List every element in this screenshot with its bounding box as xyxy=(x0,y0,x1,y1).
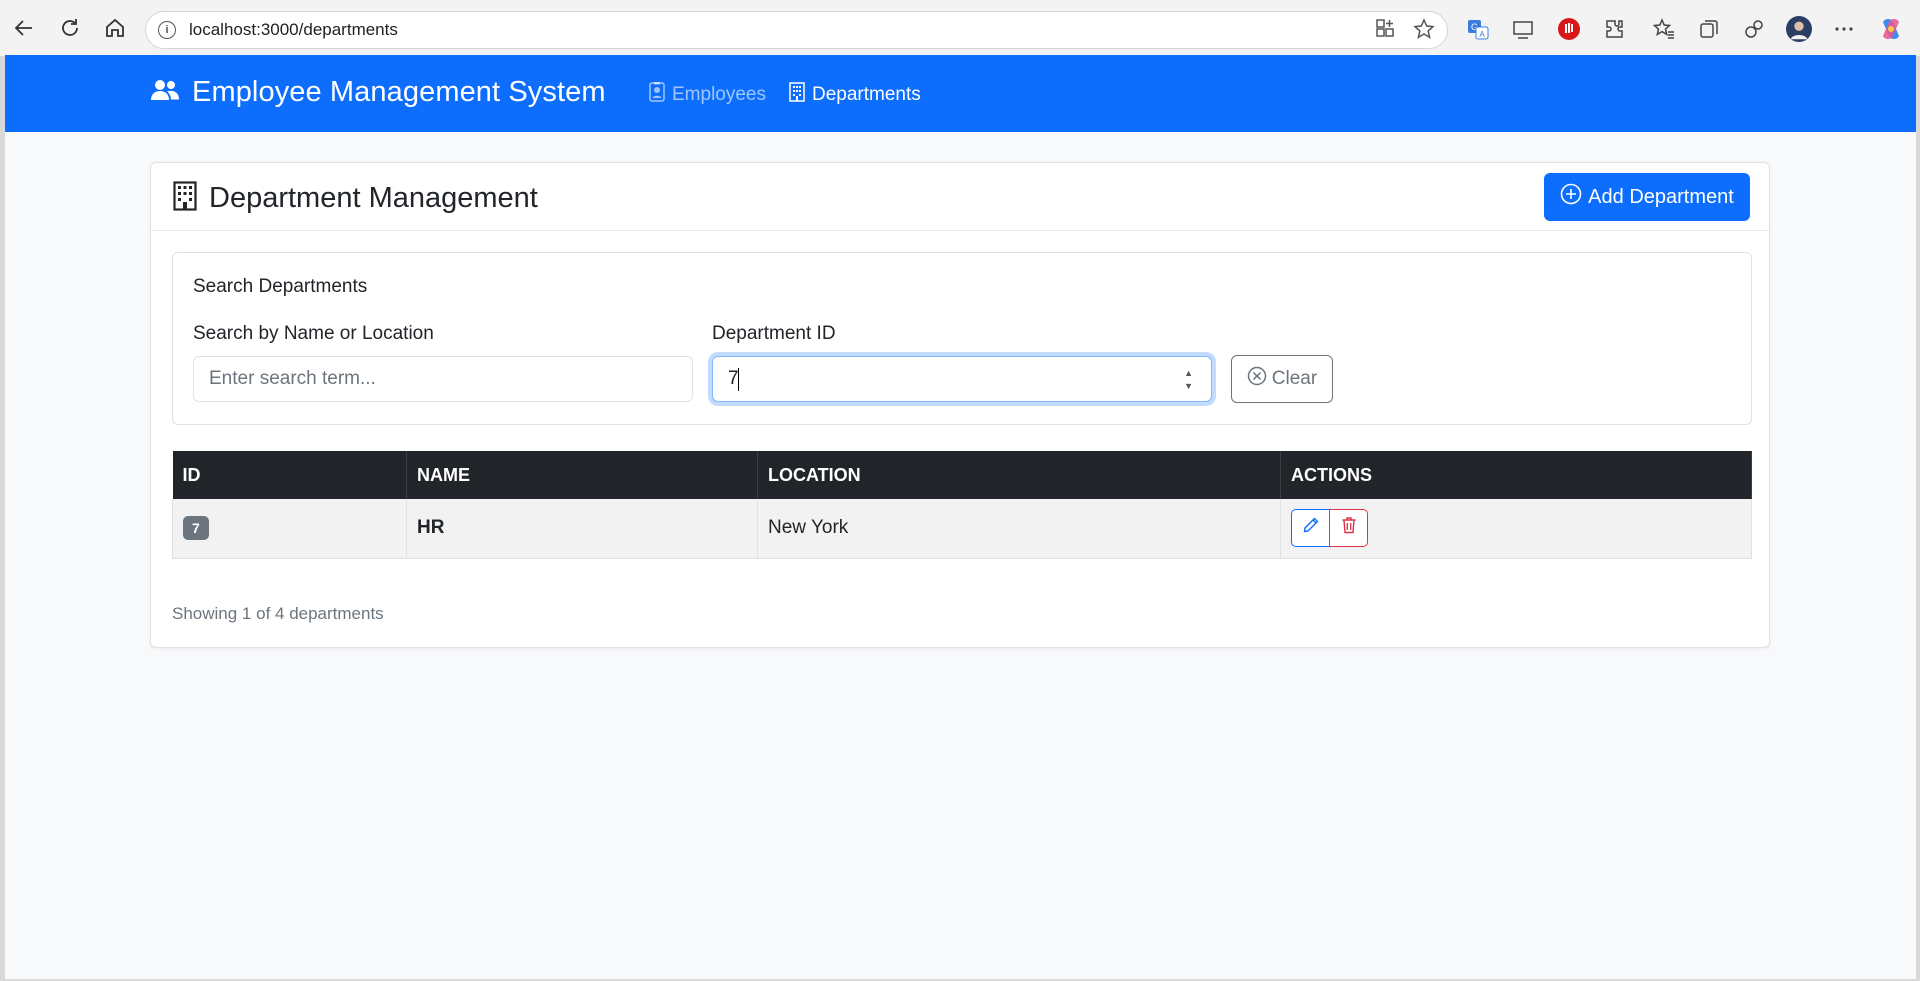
column-header-name[interactable]: NAME xyxy=(406,451,758,499)
nav-link-label: Departments xyxy=(812,84,921,105)
search-name-label: Search by Name or Location xyxy=(193,323,434,344)
brand-title: Employee Management System xyxy=(192,76,606,108)
performance-icon[interactable] xyxy=(1741,16,1767,42)
edit-button[interactable] xyxy=(1291,509,1330,548)
page-viewport: Employee Management System Employees Dep… xyxy=(5,55,1916,979)
department-id-label: Department ID xyxy=(712,323,836,344)
delete-button[interactable] xyxy=(1329,509,1368,548)
svg-text:A: A xyxy=(1479,30,1485,39)
column-header-actions: ACTIONS xyxy=(1280,451,1752,499)
back-arrow-icon[interactable] xyxy=(10,14,38,42)
department-management-card: Department Management Add Department Sea… xyxy=(150,162,1770,648)
cell-location: New York xyxy=(757,499,1281,559)
search-panel: Search Departments Search by Name or Loc… xyxy=(172,252,1752,425)
building-icon xyxy=(789,82,805,108)
favorites-icon[interactable] xyxy=(1651,16,1677,42)
department-id-value: 7 xyxy=(728,368,739,389)
nav-link-label: Employees xyxy=(672,84,766,105)
page-title-text: Department Management xyxy=(209,182,538,214)
extensions-icon[interactable] xyxy=(1601,16,1627,42)
search-input[interactable] xyxy=(193,356,693,402)
add-department-label: Add Department xyxy=(1588,185,1734,208)
adblock-icon[interactable] xyxy=(1556,16,1582,42)
text-cursor xyxy=(738,368,739,391)
column-header-location[interactable]: LOCATION xyxy=(757,451,1281,499)
search-title: Search Departments xyxy=(193,276,368,297)
table-header-row: ID NAME LOCATION ACTIONS xyxy=(172,451,1752,499)
x-circle-icon xyxy=(1247,366,1267,392)
table-row: 7 HR New York xyxy=(172,499,1752,559)
brand[interactable]: Employee Management System xyxy=(150,76,606,109)
more-menu-icon[interactable] xyxy=(1831,16,1857,42)
favorite-star-icon[interactable] xyxy=(1413,18,1435,40)
cell-actions xyxy=(1280,499,1752,559)
clear-button[interactable]: Clear xyxy=(1231,355,1333,403)
page-title: Department Management xyxy=(173,181,538,216)
building-icon xyxy=(173,181,197,216)
app-available-icon[interactable] xyxy=(1375,18,1397,40)
browser-toolbar: i localhost:3000/departments GA xyxy=(0,0,1920,56)
department-id-input[interactable]: 7 ▲ ▼ xyxy=(712,356,1212,402)
users-icon xyxy=(150,78,180,107)
cell-id: 7 xyxy=(172,499,407,559)
address-bar[interactable]: i localhost:3000/departments xyxy=(145,11,1448,49)
add-department-button[interactable]: Add Department xyxy=(1544,173,1750,221)
home-icon[interactable] xyxy=(101,14,129,42)
id-badge: 7 xyxy=(183,516,209,541)
number-spinner[interactable]: ▲ ▼ xyxy=(1184,367,1193,393)
copilot-icon[interactable] xyxy=(1878,16,1904,42)
clear-label: Clear xyxy=(1271,368,1318,389)
top-navbar: Employee Management System Employees Dep… xyxy=(5,55,1916,132)
card-header: Department Management Add Department xyxy=(151,163,1769,231)
nav-link-employees[interactable]: Employees xyxy=(649,82,766,108)
person-badge-icon xyxy=(649,82,665,108)
cell-name: HR xyxy=(406,499,758,559)
reload-icon[interactable] xyxy=(56,14,84,42)
cast-icon[interactable] xyxy=(1510,16,1536,42)
column-header-id[interactable]: ID xyxy=(172,451,407,499)
results-count: Showing 1 of 4 departments xyxy=(172,604,384,623)
translate-icon[interactable]: GA xyxy=(1465,16,1491,42)
collections-icon[interactable] xyxy=(1696,16,1722,42)
pencil-icon xyxy=(1303,517,1319,539)
plus-circle-icon xyxy=(1560,183,1582,211)
address-url[interactable]: localhost:3000/departments xyxy=(189,20,398,40)
departments-table: ID NAME LOCATION ACTIONS 7 HR New York xyxy=(172,451,1752,559)
site-info-icon[interactable]: i xyxy=(158,21,176,39)
profile-avatar-icon[interactable] xyxy=(1786,16,1812,42)
nav-link-departments[interactable]: Departments xyxy=(789,82,921,108)
trash-icon xyxy=(1341,516,1357,540)
row-actions xyxy=(1291,509,1368,548)
